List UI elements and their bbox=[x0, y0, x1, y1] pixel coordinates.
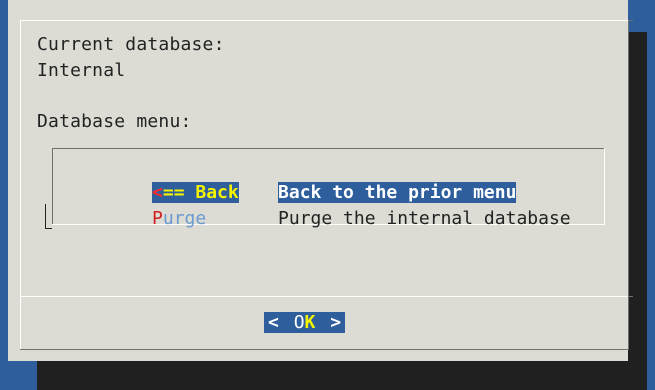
ok-button-gap bbox=[282, 312, 294, 333]
current-database-value: Internal bbox=[37, 60, 126, 81]
menu-item-purge-tag[interactable]: Purge bbox=[152, 208, 206, 229]
ok-button-gap-2 bbox=[315, 312, 327, 333]
menu-item-purge[interactable]: Purge bbox=[87, 186, 206, 229]
database-menu-label: Database menu: bbox=[37, 111, 192, 132]
ok-button-letter-o: O bbox=[293, 312, 305, 333]
ok-button-right-bracket: > bbox=[326, 312, 346, 333]
ok-button-hotkey: K bbox=[304, 312, 316, 333]
menu-list-corner bbox=[45, 204, 53, 232]
dialog-frame-right bbox=[628, 20, 629, 350]
menu-list: <== Back Back to the prior menu Purge Pu… bbox=[44, 148, 605, 229]
menu-item-purge-tag-text: urge bbox=[162, 208, 207, 229]
dialog-frame-bottom bbox=[20, 349, 629, 350]
current-database-label: Current database: bbox=[37, 34, 225, 55]
dialog-frame-left bbox=[20, 20, 21, 350]
button-separator-tick bbox=[628, 296, 633, 297]
menu-item-purge-description[interactable]: Purge the internal database bbox=[213, 186, 571, 229]
menu-list-border-top bbox=[52, 148, 604, 149]
dialog-frame-top bbox=[20, 20, 630, 21]
ok-button-left-bracket: < bbox=[264, 312, 283, 333]
ok-button[interactable]: < OK > bbox=[264, 311, 346, 335]
menu-item-purge-description-text: Purge the internal database bbox=[278, 208, 571, 229]
menu-item-purge-hotkey: P bbox=[152, 208, 163, 229]
menu-list-border-right bbox=[604, 148, 605, 224]
database-dialog: Current database: Internal Database menu… bbox=[8, 0, 633, 361]
menu-item-back-description[interactable]: Back to the prior menu bbox=[213, 160, 517, 203]
button-separator bbox=[21, 296, 628, 297]
